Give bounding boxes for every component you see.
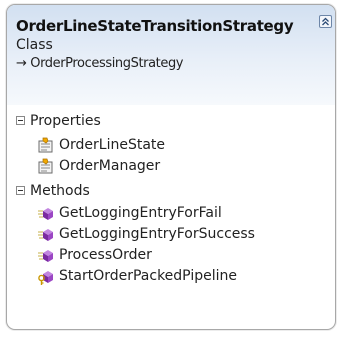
base-class: → OrderProcessingStrategy: [16, 56, 184, 71]
collapse-button[interactable]: [319, 15, 332, 28]
chevron-up-icon: [322, 17, 329, 26]
property-icon: [38, 158, 53, 174]
property-name: OrderManager: [59, 158, 161, 174]
property-icon: [38, 137, 53, 153]
method-icon: [38, 250, 53, 262]
property-name: OrderLineState: [59, 137, 166, 153]
class-box[interactable]: OrderLineStateTransitionStrategy Class →…: [6, 4, 336, 330]
method-icon: [38, 208, 53, 220]
method-name: ProcessOrder: [59, 247, 152, 263]
class-kind: Class: [16, 37, 53, 53]
method-name: GetLoggingEntryForSuccess: [59, 226, 255, 242]
section-label: Methods: [30, 183, 90, 199]
inherit-arrow-icon: →: [16, 56, 27, 71]
method-name: StartOrderPackedPipeline: [59, 268, 237, 284]
class-title: OrderLineStateTransitionStrategy: [16, 17, 294, 35]
method-icon: [38, 229, 53, 241]
collapse-toggle-icon[interactable]: [16, 186, 25, 195]
method-name: GetLoggingEntryForFail: [59, 205, 222, 221]
base-class-name: OrderProcessingStrategy: [30, 56, 184, 71]
section-label: Properties: [30, 113, 101, 129]
collapse-toggle-icon[interactable]: [16, 116, 25, 125]
private-method-icon: [38, 271, 53, 285]
class-header: OrderLineStateTransitionStrategy Class →…: [7, 5, 335, 105]
